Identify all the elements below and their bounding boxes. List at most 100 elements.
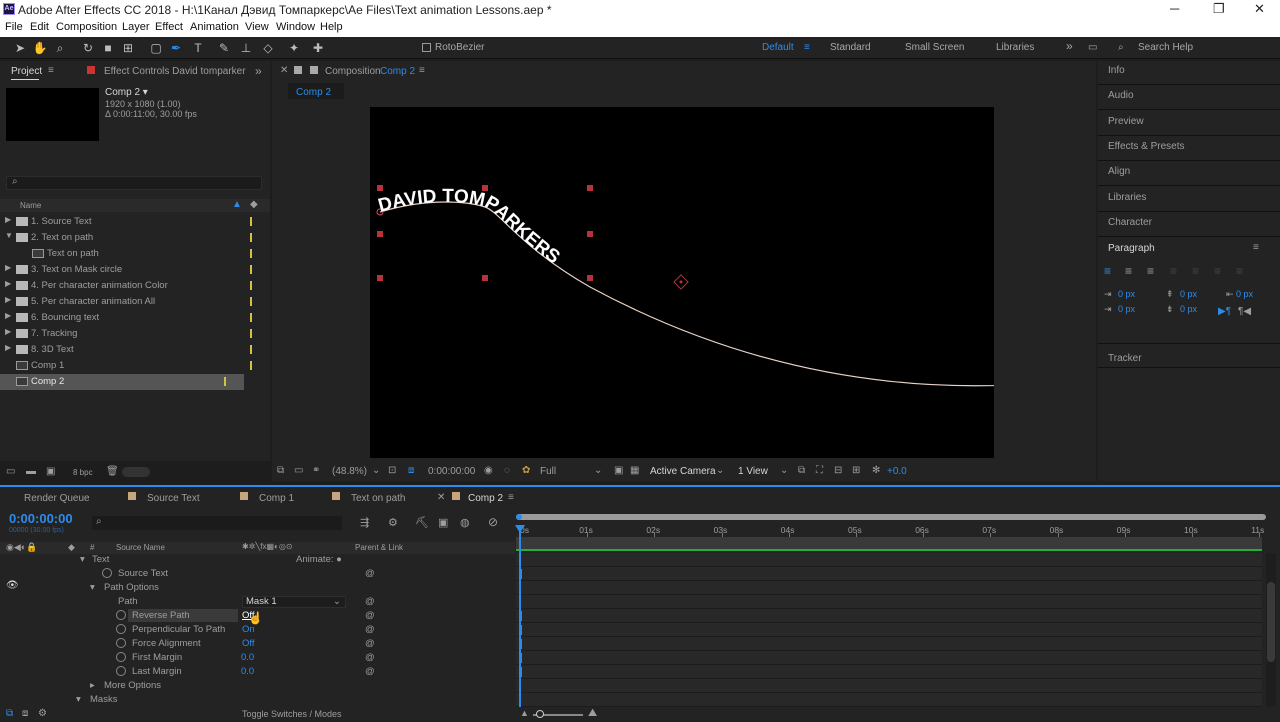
workspace-libraries[interactable]: Libraries xyxy=(996,42,1034,53)
mask-visibility-icon[interactable]: ⚭ xyxy=(312,465,320,476)
space-after-value[interactable]: 0 px xyxy=(1180,304,1197,314)
search-help-input[interactable]: Search Help xyxy=(1138,42,1193,53)
render-time-icon[interactable]: ⚙ xyxy=(38,708,47,719)
panel-menu-icon[interactable]: ≡ xyxy=(1253,242,1259,253)
expand-right-icon[interactable]: ▶ xyxy=(5,215,11,224)
puppet-tool-icon[interactable]: ✚ xyxy=(310,40,326,56)
comp-viewer[interactable]: DAVID TOMPARKERS xyxy=(370,107,994,458)
justify-left-icon[interactable]: ≡ xyxy=(1170,264,1177,278)
stopwatch-icon[interactable] xyxy=(116,638,126,648)
lock-icon[interactable] xyxy=(294,66,302,74)
rotate-tool-icon[interactable]: ↻ xyxy=(80,40,96,56)
channel-icon[interactable]: ✿ xyxy=(522,465,530,476)
expand-right-icon[interactable]: ▶ xyxy=(5,295,11,304)
expression-pickwhip-icon[interactable]: @ xyxy=(365,652,375,663)
eraser-tool-icon[interactable]: ◇ xyxy=(260,40,276,56)
timeline-scroll-thumb[interactable] xyxy=(1267,582,1275,662)
expand-right-icon[interactable]: ▶ xyxy=(5,343,11,352)
align-left-icon[interactable]: ≡ xyxy=(1104,264,1111,278)
workspace-standard[interactable]: Standard xyxy=(830,42,871,53)
menu-edit[interactable]: Edit xyxy=(30,21,49,33)
expand-icon[interactable]: ▾ xyxy=(90,582,95,593)
bbox-handle[interactable] xyxy=(377,275,383,281)
project-item[interactable]: ▶ 3. Text on Mask circle xyxy=(0,262,270,278)
space-before-value[interactable]: 0 px xyxy=(1180,289,1197,299)
indent-left-value[interactable]: 0 px xyxy=(1118,289,1135,299)
layer-track-area[interactable] xyxy=(516,553,1262,707)
anchor-point[interactable] xyxy=(673,274,689,290)
layer-prop-force-alignment[interactable]: Force Alignment Off @ xyxy=(0,637,515,651)
reset-exposure-icon[interactable]: ✻ xyxy=(872,465,880,476)
transparency-grid-icon[interactable]: ▦ xyxy=(630,465,639,476)
stopwatch-icon[interactable] xyxy=(116,624,126,634)
stopwatch-icon[interactable] xyxy=(102,568,112,578)
bbox-handle[interactable] xyxy=(587,185,593,191)
workspace-menu-icon[interactable]: ≡ xyxy=(804,42,810,53)
right-panel-effects-presets[interactable]: Effects & Presets xyxy=(1108,141,1185,152)
workspace-small-screen[interactable]: Small Screen xyxy=(905,42,964,53)
column-name[interactable]: Name xyxy=(20,201,41,210)
layer-prop-path-options[interactable]: ▾ Path Options xyxy=(0,581,515,595)
bbox-handle[interactable] xyxy=(377,185,383,191)
menu-help[interactable]: Help xyxy=(320,21,343,33)
roto-brush-tool-icon[interactable]: ✦ xyxy=(286,40,302,56)
expression-pickwhip-icon[interactable]: @ xyxy=(365,638,375,649)
layer-prop-perpendicular[interactable]: Perpendicular To Path On @ xyxy=(0,623,515,637)
region-icon[interactable]: ▭ xyxy=(294,465,303,476)
align-center-icon[interactable]: ≡ xyxy=(1125,264,1132,278)
expand-down-icon[interactable]: ▼ xyxy=(5,231,13,240)
chevron-down-icon[interactable]: ⌄ xyxy=(716,465,724,476)
work-area-start[interactable] xyxy=(516,514,522,520)
project-search-input[interactable] xyxy=(6,176,262,190)
bbox-handle[interactable] xyxy=(377,231,383,237)
type-tool-icon[interactable]: T xyxy=(190,40,206,56)
new-comp-icon[interactable]: ▣ xyxy=(46,466,55,477)
project-item[interactable]: ▶ 5. Per character animation All xyxy=(0,294,270,310)
label-color-swatch[interactable] xyxy=(250,329,252,338)
zoom-in-icon[interactable]: ⛰ xyxy=(588,707,597,720)
tracker-panel-title[interactable]: Tracker xyxy=(1108,353,1142,364)
menu-window[interactable]: Window xyxy=(276,21,315,33)
always-preview-icon[interactable]: ⧉ xyxy=(277,465,284,476)
grid-icon[interactable]: ⊡ xyxy=(388,465,396,476)
minimize-button[interactable]: ─ xyxy=(1170,1,1179,16)
timeline-tab[interactable]: Source Text xyxy=(147,493,200,504)
flowchart-icon[interactable]: ⊞ xyxy=(852,465,860,476)
expand-icon[interactable]: ▾ xyxy=(80,554,85,565)
last-margin-value[interactable]: 0.0 xyxy=(241,666,254,677)
menu-effect[interactable]: Effect xyxy=(155,21,183,33)
mask-path[interactable] xyxy=(379,201,994,387)
delete-icon[interactable]: 🗑 xyxy=(106,466,119,477)
expand-icon[interactable]: » xyxy=(255,64,262,78)
project-item[interactable]: ▼ 2. Text on path xyxy=(0,230,270,246)
timeline-tab[interactable]: Render Queue xyxy=(24,493,90,504)
label-color-swatch[interactable] xyxy=(250,217,252,226)
frame-blending-icon[interactable]: ▣ xyxy=(438,516,448,529)
menu-layer[interactable]: Layer xyxy=(122,21,150,33)
transfer-icon[interactable]: ⧈ xyxy=(22,708,28,719)
parent-column[interactable]: Parent & Link xyxy=(355,543,403,552)
av-switches-icon[interactable]: ◉◀◐🔒 xyxy=(6,542,37,553)
label-color-swatch[interactable] xyxy=(250,313,252,322)
flowchart-toggle[interactable] xyxy=(122,467,150,477)
label-color-swatch[interactable] xyxy=(250,281,252,290)
brush-tool-icon[interactable]: ✎ xyxy=(216,40,232,56)
playhead[interactable] xyxy=(519,525,521,707)
resolution-dropdown[interactable]: Full xyxy=(540,466,556,477)
project-item[interactable]: ▶ 8. 3D Text xyxy=(0,342,270,358)
label-column-icon[interactable]: ◆ xyxy=(250,199,258,210)
maximize-button[interactable]: ❐ xyxy=(1213,1,1225,17)
right-panel-audio[interactable]: Audio xyxy=(1108,90,1134,101)
right-panel-character[interactable]: Character xyxy=(1108,217,1152,228)
label-color-swatch[interactable] xyxy=(224,377,226,386)
expression-pickwhip-icon[interactable]: @ xyxy=(365,568,375,579)
layer-prop-path[interactable]: Path Mask 1 ⌄ @ xyxy=(0,595,515,609)
rotobezier-checkbox[interactable] xyxy=(422,43,431,52)
panel-menu-icon[interactable]: ≡ xyxy=(419,65,425,76)
layer-prop-source-text[interactable]: Source Text @ xyxy=(0,567,515,581)
stopwatch-icon[interactable] xyxy=(116,610,126,620)
justify-all-icon[interactable]: ≡ xyxy=(1236,264,1243,278)
expression-pickwhip-icon[interactable]: @ xyxy=(365,666,375,677)
playhead-head-icon[interactable] xyxy=(515,525,525,533)
project-item[interactable]: ▶ 7. Tracking xyxy=(0,326,270,342)
